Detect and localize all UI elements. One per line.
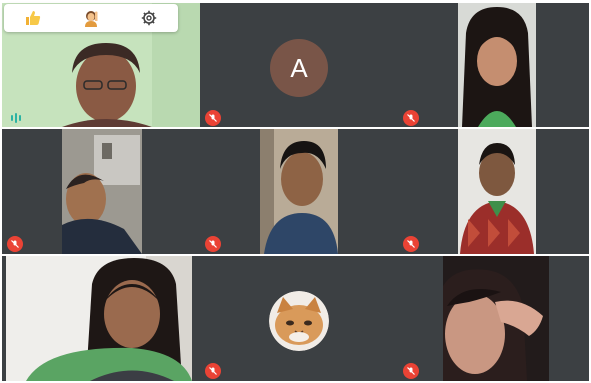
- participant-tile-7[interactable]: [2, 256, 193, 381]
- participant-video-9: [443, 256, 549, 381]
- participant-video-5: [260, 129, 338, 254]
- participant-video-6: [458, 129, 536, 254]
- muted-icon: [403, 110, 419, 126]
- reactions-toolbar: [4, 4, 178, 32]
- speaking-indicator: [11, 113, 21, 123]
- participant-video-7: [6, 256, 192, 381]
- participant-tile-3[interactable]: [398, 3, 589, 127]
- muted-icon: [205, 363, 221, 379]
- participant-tile-8[interactable]: [193, 256, 391, 381]
- muted-icon: [403, 236, 419, 252]
- participant-tile-4[interactable]: [2, 129, 200, 254]
- participant-tile-6[interactable]: [398, 129, 589, 254]
- muted-icon: [7, 236, 23, 252]
- participant-tile-5[interactable]: [200, 129, 398, 254]
- muted-icon: [205, 236, 221, 252]
- meeting-grid: A: [0, 0, 591, 383]
- participant-video-4: [62, 129, 142, 254]
- participant-video-3: [458, 3, 536, 127]
- participant-tile-9[interactable]: [391, 256, 589, 381]
- participant-tile-2[interactable]: A: [200, 3, 398, 127]
- muted-icon: [403, 363, 419, 379]
- raise-hand-icon[interactable]: [80, 7, 102, 29]
- participant-avatar: A: [270, 39, 328, 97]
- thumbs-up-icon[interactable]: [22, 7, 44, 29]
- settings-gear-icon[interactable]: [138, 7, 160, 29]
- participant-profile-image: [269, 291, 329, 351]
- muted-icon: [205, 110, 221, 126]
- avatar-letter: A: [290, 52, 308, 83]
